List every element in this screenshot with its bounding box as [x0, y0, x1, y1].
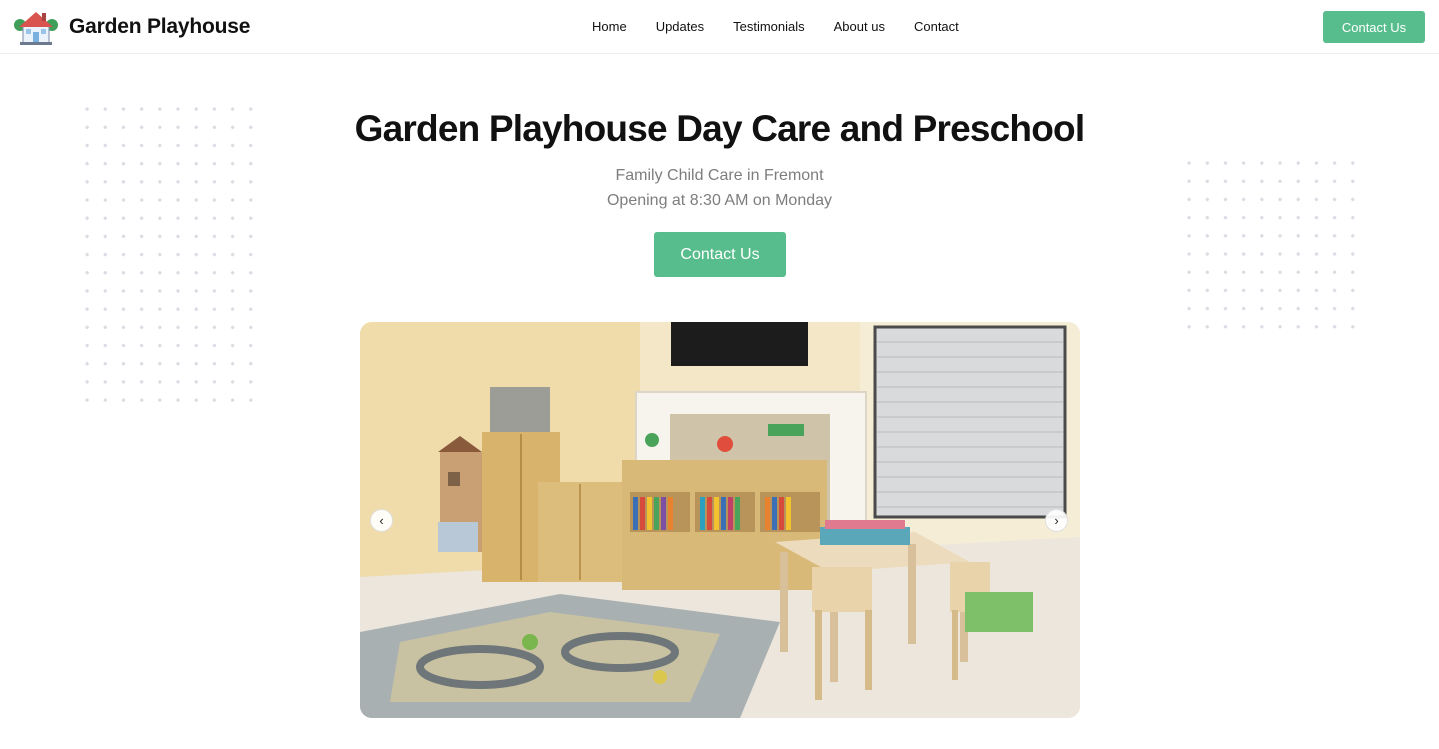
- carousel-prev-button[interactable]: ‹: [370, 509, 393, 532]
- nav-updates[interactable]: Updates: [656, 18, 704, 36]
- page-title: Garden Playhouse Day Care and Preschool: [354, 108, 1085, 149]
- chevron-left-icon: ‹: [379, 513, 384, 528]
- house-icon: [14, 12, 58, 45]
- main-nav: Home Updates Testimonials About us Conta…: [592, 18, 959, 36]
- hero-contact-button[interactable]: Contact Us: [654, 232, 786, 277]
- nav-testimonials[interactable]: Testimonials: [733, 18, 805, 36]
- brand-name: Garden Playhouse: [69, 15, 251, 38]
- opening-hours: Opening at 8:30 AM on Monday: [606, 192, 833, 209]
- header-contact-button[interactable]: Contact Us: [1323, 11, 1425, 43]
- hero-subtitle: Family Child Care in Fremont: [615, 167, 824, 184]
- classroom-photo: [360, 322, 1080, 718]
- nav-home[interactable]: Home: [592, 18, 627, 36]
- brand[interactable]: Garden Playhouse: [14, 8, 250, 46]
- top-navbar: Garden Playhouse Home Updates Testimonia…: [0, 0, 1439, 54]
- chevron-right-icon: ›: [1054, 513, 1059, 528]
- carousel-next-button[interactable]: ›: [1045, 509, 1068, 532]
- nav-contact[interactable]: Contact: [914, 18, 959, 36]
- nav-about-us[interactable]: About us: [834, 18, 885, 36]
- photo-carousel: [360, 322, 1080, 718]
